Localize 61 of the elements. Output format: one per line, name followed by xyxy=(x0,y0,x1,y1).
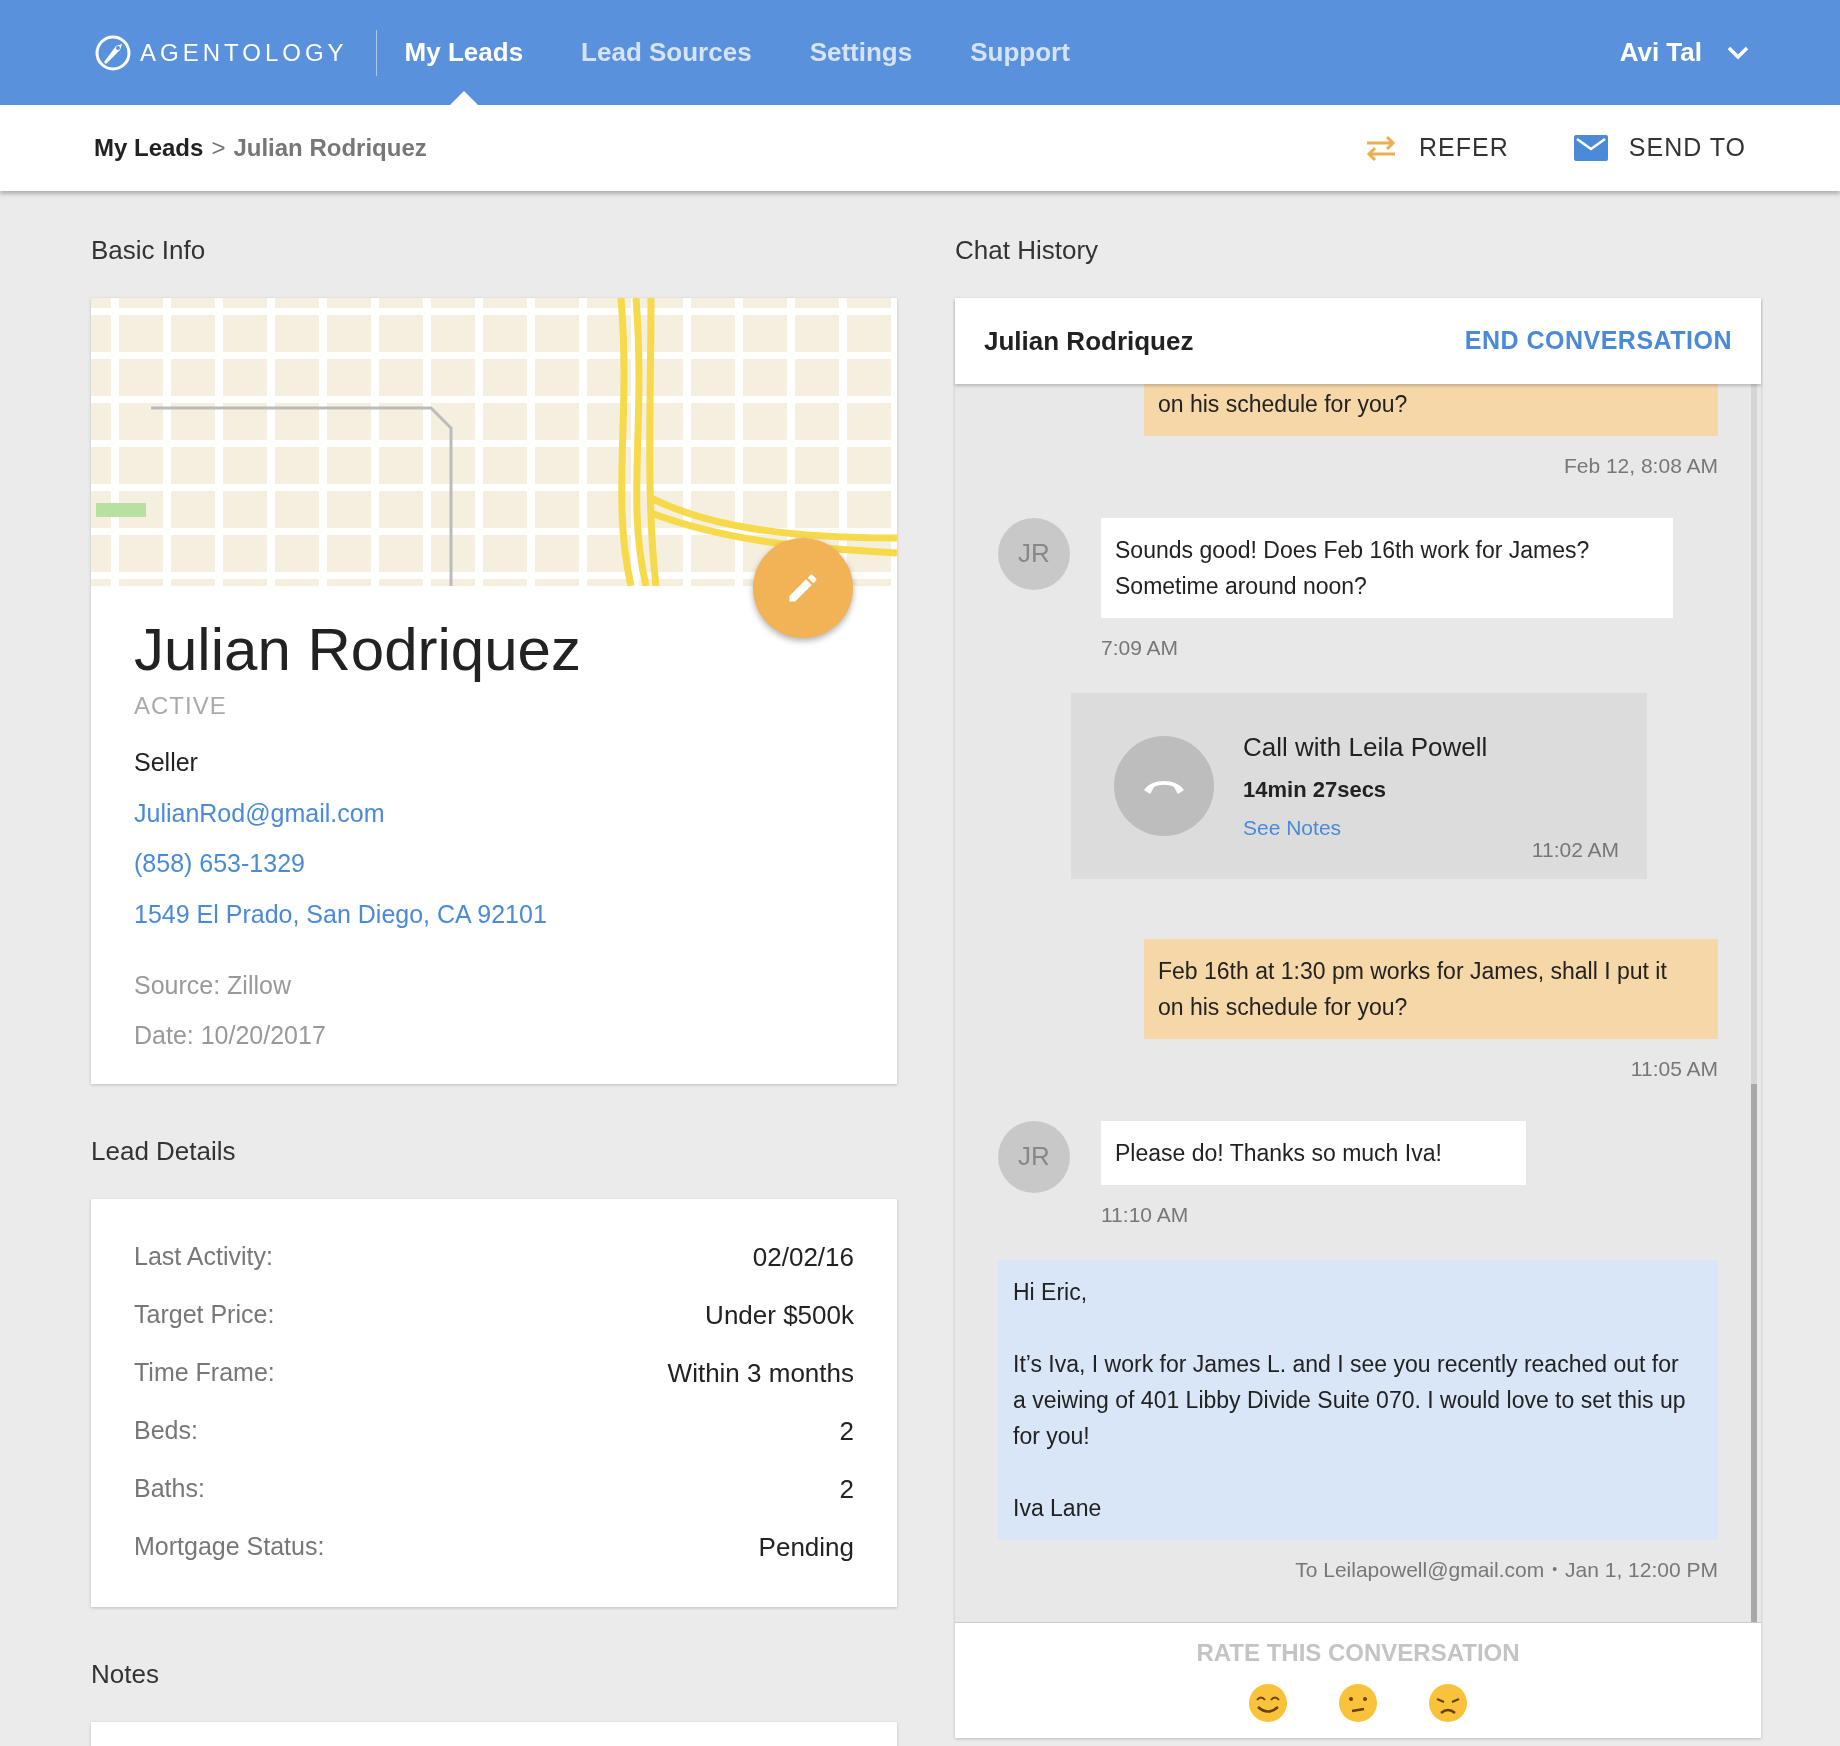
section-title: Chat History xyxy=(955,234,1100,267)
detail-value: Pending xyxy=(758,1530,854,1564)
see-notes-link[interactable]: See Notes xyxy=(1243,812,1342,844)
detail-value: 2 xyxy=(839,1472,854,1506)
smiling-face-button[interactable] xyxy=(1248,1683,1288,1723)
scrollbar-thumb[interactable] xyxy=(1751,1084,1757,1622)
breadcrumb-current: Julian Rodriquez xyxy=(233,133,427,163)
detail-value: 2 xyxy=(839,1414,854,1448)
envelope-icon xyxy=(1572,134,1609,162)
separator-dot: • xyxy=(1552,1560,1558,1580)
lead-date: Date: 10/20/2017 xyxy=(134,1019,326,1051)
detail-value: Within 3 months xyxy=(667,1356,854,1390)
email-recipient: To Leilapowell@gmail.com xyxy=(1295,1557,1545,1583)
detail-label: Last Activity: xyxy=(134,1241,273,1273)
address-link[interactable]: 1549 El Prado, San Diego, CA 92101 xyxy=(134,895,547,933)
rating-label: RATE THIS CONVERSATION xyxy=(1196,1638,1520,1668)
section-title: Basic Info xyxy=(91,234,207,267)
email-message: Hi Eric, It’s Iva, I work for James L. and I see you recently reached out for a veiwing of 401 Libby Divide Suite 070. I would love to set this up for you! Iva Lane xyxy=(998,1260,1718,1540)
detail-label: Baths: xyxy=(134,1473,205,1505)
message-time: 11:05 AM xyxy=(1630,1056,1718,1082)
phone-link[interactable]: (858) 653-1329 xyxy=(134,845,305,883)
call-duration: 14min 27secs xyxy=(1243,776,1388,805)
nav-tab[interactable]: Support xyxy=(970,0,1070,105)
section-title: Notes xyxy=(91,1658,160,1691)
detail-label: Target Price: xyxy=(134,1299,275,1331)
logo-text: AGENTOLOGY xyxy=(140,37,348,68)
message-bubble: Sounds good! Does Feb 16th work for James? Sometime around noon? xyxy=(1101,517,1674,618)
chat-contact-name: Julian Rodriquez xyxy=(984,324,1194,358)
end-conversation-button[interactable]: END CONVERSATION xyxy=(1464,322,1732,360)
lead-name: Julian Rodriquez xyxy=(134,615,581,685)
user-name[interactable]: Avi Tal xyxy=(1619,33,1702,72)
action-button[interactable]: REFER xyxy=(1363,129,1509,167)
confused-face-button[interactable] xyxy=(1338,1683,1378,1723)
detail-label: Time Frame: xyxy=(134,1357,275,1389)
message-bubble: on his schedule for you? xyxy=(1144,384,1718,436)
message-time: Feb 12, 8:08 AM xyxy=(1563,453,1718,479)
breadcrumb-link[interactable]: My Leads xyxy=(94,130,204,166)
message-time: 11:10 AM xyxy=(1101,1201,1189,1228)
lead-status: ACTIVE xyxy=(134,691,227,721)
call-title: Call with Leila Powell xyxy=(1243,731,1488,765)
message-bubble: Please do! Thanks so much Iva! xyxy=(1101,1120,1526,1185)
email-link[interactable]: JulianRod@gmail.com xyxy=(134,794,385,832)
lead-role: Seller xyxy=(134,747,198,778)
sad-face-button[interactable] xyxy=(1428,1683,1468,1723)
avatar: JR xyxy=(998,517,1070,590)
nav-tab[interactable]: Lead Sources xyxy=(581,0,752,105)
nav-tab[interactable]: Settings xyxy=(809,0,913,105)
detail-label: Beds: xyxy=(134,1415,198,1447)
chevron-down-icon[interactable] xyxy=(1726,44,1750,61)
section-title: Lead Details xyxy=(91,1135,237,1168)
message-time: Jan 1, 12:00 PM xyxy=(1565,1557,1718,1583)
breadcrumb-separator: > xyxy=(211,133,226,163)
detail-label: Mortgage Status: xyxy=(134,1531,325,1563)
avatar: JR xyxy=(998,1120,1070,1193)
message-time: 7:09 AM xyxy=(1101,634,1179,661)
detail-value: 02/02/16 xyxy=(752,1240,854,1274)
action-button[interactable]: SEND TO xyxy=(1572,129,1746,167)
detail-value: Under $500k xyxy=(705,1298,854,1332)
message-time: 11:02 AM xyxy=(1531,836,1619,863)
message-bubble: Feb 16th at 1:30 pm works for James, shall I put it on his schedule for you? xyxy=(1144,939,1718,1039)
lead-source: Source: Zillow xyxy=(134,970,291,1001)
